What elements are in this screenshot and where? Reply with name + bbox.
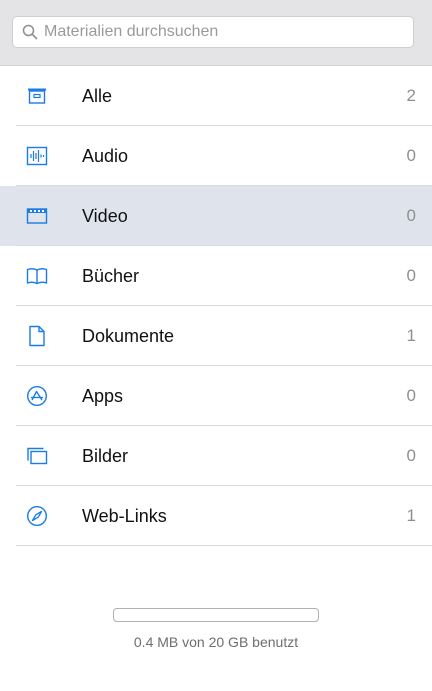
category-row-bilder[interactable]: Bilder 0 [0,426,432,486]
category-row-audio[interactable]: Audio 0 [0,126,432,186]
search-icon [21,23,39,41]
category-row-web-links[interactable]: Web-Links 1 [0,486,432,546]
category-count: 0 [406,446,416,465]
open-book-icon [26,265,48,287]
search-bar [0,0,432,66]
category-row-apps[interactable]: Apps 0 [0,366,432,426]
category-list: Alle 2 Audio 0 Video 0 Bücher 0 Dokument… [0,66,432,546]
category-label: Dokumente [82,325,175,346]
compass-icon [26,505,48,527]
category-row-video[interactable]: Video 0 [0,186,432,246]
category-count: 2 [406,86,416,105]
category-count: 0 [406,266,416,285]
category-count: 0 [406,386,416,405]
audio-waveform-icon [26,145,48,167]
category-count: 0 [406,206,416,225]
archive-box-icon [26,85,48,107]
category-count: 1 [406,506,416,525]
category-count: 1 [406,326,416,345]
app-store-icon [26,385,48,407]
category-row-buecher[interactable]: Bücher 0 [0,246,432,306]
storage-progress-bar [113,608,319,622]
category-label: Apps [82,385,124,406]
category-label: Audio [82,145,129,166]
search-input[interactable] [44,23,404,41]
category-label: Bilder [82,445,129,466]
category-label: Web-Links [82,505,167,526]
storage-usage: 0.4 MB von 20 GB benutzt [0,608,432,650]
category-label: Video [82,205,128,226]
category-count: 0 [406,146,416,165]
stacked-pictures-icon [26,445,48,467]
category-label: Alle [82,85,113,106]
category-row-dokumente[interactable]: Dokumente 1 [0,306,432,366]
category-label: Bücher [82,265,140,286]
search-field[interactable] [12,16,414,48]
document-icon [26,325,48,347]
storage-usage-text: 0.4 MB von 20 GB benutzt [133,634,299,650]
film-strip-icon [26,205,48,227]
category-row-alle[interactable]: Alle 2 [0,66,432,126]
